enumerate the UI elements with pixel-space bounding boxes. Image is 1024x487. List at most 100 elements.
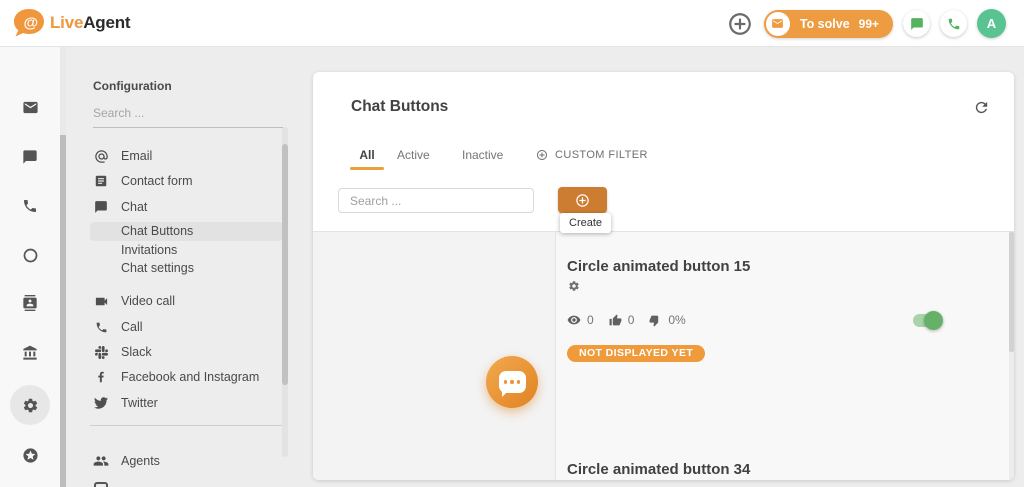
- sidebar-item-video-call[interactable]: Video call: [93, 289, 283, 313]
- chat-buttons-list: Circle animated button 15 0 0 0% NOT DIS…: [313, 231, 1014, 480]
- liveagent-logo: @ LiveAgent: [12, 8, 130, 38]
- logo-bubble-icon: @: [12, 8, 46, 38]
- row-title: Circle animated button 34: [567, 461, 750, 478]
- enabled-toggle[interactable]: [913, 314, 940, 327]
- list-search-input[interactable]: [338, 188, 534, 213]
- speech-bubble-icon: [499, 371, 526, 393]
- list-scrollbar-thumb[interactable]: [1009, 232, 1014, 352]
- sidebar-item-partial-icon: [94, 482, 108, 487]
- create-button[interactable]: [558, 187, 607, 213]
- configuration-sidebar: Configuration Email Contact form Chat Ch…: [66, 47, 290, 487]
- views-icon: [567, 313, 581, 327]
- rail-calls-button[interactable]: [10, 186, 50, 226]
- page-title: Chat Buttons: [351, 98, 448, 116]
- add-new-button[interactable]: [727, 10, 754, 37]
- rail-online-status-button[interactable]: [10, 235, 50, 275]
- custom-filter-label: CUSTOM FILTER: [555, 149, 648, 161]
- row-title: Circle animated button 15: [567, 258, 750, 275]
- sidebar-item-email[interactable]: Email: [93, 144, 283, 168]
- sidebar-item-invitations[interactable]: Invitations: [90, 241, 283, 260]
- sidebar-item-label: Contact form: [121, 174, 193, 188]
- rail-settings-button[interactable]: [10, 385, 50, 425]
- rail-getting-started-button[interactable]: [10, 435, 50, 475]
- gear-icon: [568, 280, 580, 292]
- bank-icon: [22, 345, 38, 361]
- tab-inactive[interactable]: Inactive: [462, 144, 503, 166]
- icon-rail: [0, 47, 60, 487]
- refresh-button[interactable]: [970, 96, 992, 118]
- plus-circle-icon: [536, 149, 548, 161]
- sidebar-item-slack[interactable]: Slack: [93, 340, 283, 364]
- envelope-icon: [766, 12, 790, 36]
- sidebar-title: Configuration: [93, 79, 172, 93]
- rail-chats-button[interactable]: [10, 137, 50, 177]
- thumbs-up-icon: [609, 314, 622, 327]
- preview-column: [313, 231, 556, 480]
- chats-status-button[interactable]: [903, 10, 930, 37]
- at-icon: [93, 149, 109, 164]
- calls-status-button[interactable]: [940, 10, 967, 37]
- contacts-icon: [22, 295, 38, 311]
- phone-icon: [22, 198, 38, 214]
- user-avatar[interactable]: A: [977, 9, 1006, 38]
- sidebar-search-input[interactable]: [93, 102, 283, 128]
- mail-icon: [22, 99, 39, 116]
- video-camera-icon: [93, 294, 109, 309]
- sidebar-item-label: Facebook and Instagram: [121, 370, 259, 384]
- sidebar-item-label: Video call: [121, 294, 175, 308]
- sidebar-item-contact-form[interactable]: Contact form: [93, 169, 283, 193]
- sidebar-item-chat-buttons[interactable]: Chat Buttons: [90, 222, 283, 241]
- sidebar-item-label: Slack: [121, 345, 152, 359]
- rail-contacts-button[interactable]: [10, 283, 50, 323]
- chat-button-preview: [486, 356, 538, 408]
- sidebar-item-agents[interactable]: Agents: [93, 449, 283, 473]
- sidebar-item-label: Email: [121, 149, 152, 163]
- svg-text:@: @: [24, 15, 39, 32]
- logo-wordmark: LiveAgent: [50, 13, 130, 33]
- to-solve-label: To solve: [800, 17, 850, 31]
- sidebar-item-facebook-instagram[interactable]: Facebook and Instagram: [93, 365, 283, 389]
- sidebar-scrollbar-thumb[interactable]: [282, 144, 288, 385]
- sidebar-item-label: Chat: [121, 200, 147, 214]
- sidebar-item-chat-settings[interactable]: Chat settings: [90, 259, 283, 278]
- rail-company-button[interactable]: [10, 333, 50, 373]
- plus-circle-icon: [727, 11, 753, 37]
- phone-icon: [93, 321, 109, 334]
- row-settings-button[interactable]: [568, 280, 580, 292]
- thumbs-down-icon: [649, 314, 662, 327]
- slack-icon: [93, 346, 109, 359]
- gear-icon: [22, 397, 39, 414]
- rail-tickets-button[interactable]: [10, 87, 50, 127]
- circle-icon: [22, 247, 39, 264]
- form-icon: [93, 174, 109, 188]
- status-badge: NOT DISPLAYED YET: [567, 345, 705, 362]
- chat-bubble-icon: [910, 17, 924, 31]
- row-stats: 0 0 0%: [567, 313, 701, 327]
- top-bar: @ LiveAgent To solve 99+ A: [0, 0, 1024, 47]
- likes-count: 0: [628, 313, 635, 327]
- sidebar-item-chat[interactable]: Chat: [93, 195, 283, 219]
- sidebar-divider: [90, 425, 283, 426]
- sidebar-item-label: Agents: [121, 454, 160, 468]
- views-count: 0: [587, 313, 594, 327]
- to-solve-count: 99+: [859, 17, 879, 31]
- to-solve-button[interactable]: To solve 99+: [764, 10, 893, 38]
- custom-filter-button[interactable]: CUSTOM FILTER: [536, 144, 648, 166]
- star-circle-icon: [22, 447, 39, 464]
- sidebar-item-label: Twitter: [121, 396, 158, 410]
- sidebar-item-call[interactable]: Call: [93, 315, 283, 339]
- chat-icon: [93, 200, 109, 214]
- rail-scrollbar[interactable]: [60, 47, 66, 487]
- rail-scrollbar-thumb[interactable]: [60, 135, 66, 487]
- facebook-icon: [93, 370, 109, 384]
- sidebar-item-twitter[interactable]: Twitter: [93, 391, 283, 415]
- toggle-knob[interactable]: [924, 311, 943, 330]
- tab-active[interactable]: Active: [397, 144, 430, 166]
- sidebar-item-label: Call: [121, 320, 143, 334]
- filter-tabs: All Active Inactive CUSTOM FILTER: [313, 144, 1014, 166]
- create-tooltip: Create: [560, 213, 611, 233]
- twitter-icon: [93, 396, 109, 410]
- dislike-percent: 0%: [668, 313, 685, 327]
- list-divider: [313, 231, 1014, 232]
- tab-all[interactable]: All: [350, 144, 384, 166]
